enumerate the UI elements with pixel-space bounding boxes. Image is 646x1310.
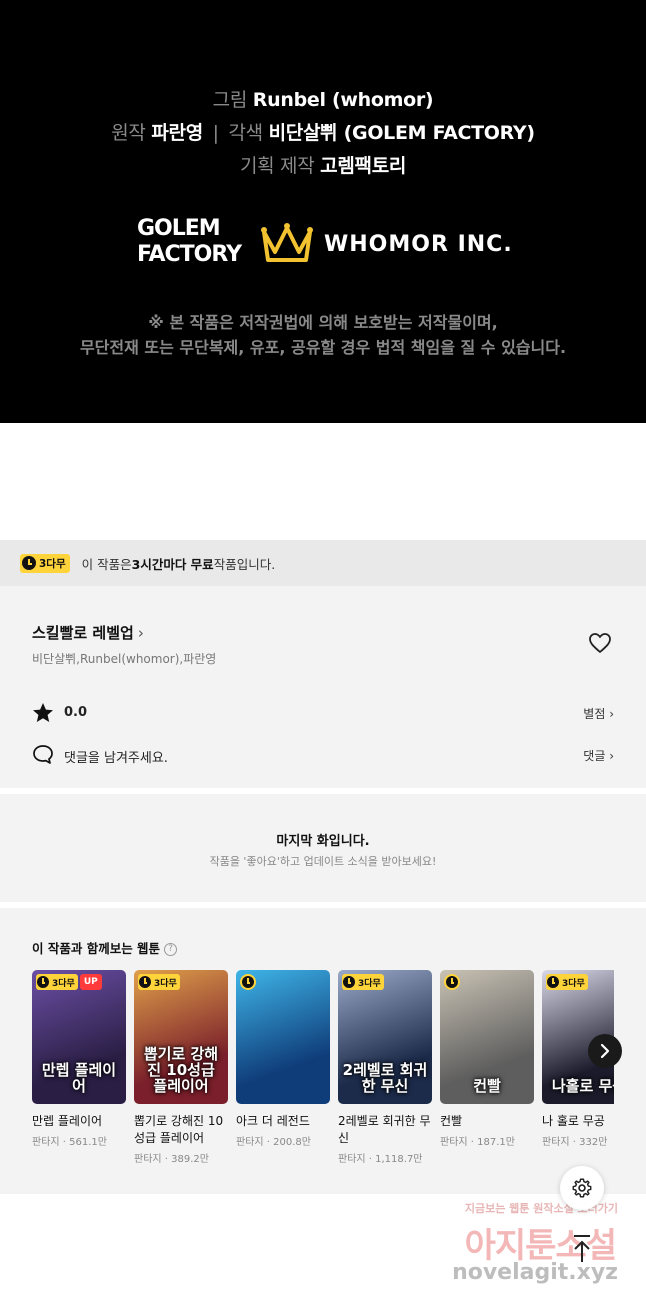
recommendation-carousel: 3다무 UP 만렙 플레이어 만렙 플레이어 판타지 · 561.1만 3다무 뽑기로 강해… (32, 970, 614, 1180)
last-episode-notice: 마지막 화입니다. 작품을 '좋아요'하고 업데이트 소식을 받아보세요! (0, 794, 646, 902)
free-every-3h-banner: 3다무 이 작품은 3시간마다 무료 작품입니다. (0, 540, 646, 586)
webtoon-title: 만렙 플레이어 (32, 1114, 103, 1128)
clock-icon (22, 556, 36, 570)
arrow-up-icon (574, 1235, 590, 1262)
whomor-logo: WHOMOR INC. (258, 222, 518, 266)
credit-production: 기획 제작 고렘팩토리 (239, 155, 407, 177)
webtoon-meta: 판타지 · 187.1만 (440, 1137, 515, 1148)
cover-title-art: 만렙 플레이어 (41, 1061, 117, 1095)
webtoon-meta: 판타지 · 200.8만 (236, 1137, 311, 1148)
webtoon-title: 2레벨로 회귀한 무신 (338, 1114, 431, 1145)
rating-link[interactable]: 별점 › (583, 705, 614, 722)
publisher-logos: GOLEM FACTORY WHOMOR INC. (0, 212, 646, 272)
webtoon-meta: 판타지 · 389.2만 (134, 1154, 209, 1165)
credit-original: 원작 파란영 | 각색 비단살쀠 (GOLEM FACTORY) (111, 122, 535, 144)
webtoon-thumbnail: 3다무 2레벨로 회귀한 무신 (338, 970, 432, 1104)
recommendation-card[interactable]: 컨빨 컨빨 판타지 · 187.1만 (440, 970, 534, 1148)
carousel-next-button[interactable] (588, 1034, 622, 1068)
update-badge: UP (79, 974, 102, 990)
copyright-notice-1: ※ 본 작품은 저작권법에 의해 보호받는 저작물이며, (148, 313, 498, 332)
clock-icon (547, 976, 559, 988)
last-episode-subtitle: 작품을 '좋아요'하고 업데이트 소식을 받아보세요! (209, 855, 437, 868)
wait-free-badge: 3다무 (20, 553, 70, 573)
webtoon-title: 나 홀로 무공 (542, 1114, 605, 1128)
clock-badge (444, 974, 460, 990)
chevron-right-icon: › (137, 624, 144, 642)
wait-free-badge: 3다무 (138, 974, 180, 990)
golem-factory-logo: GOLEM FACTORY (137, 216, 242, 267)
webtoon-title: 뽑기로 강해진 10성급 플레이어 (134, 1114, 224, 1145)
speech-bubble-icon (33, 745, 53, 764)
clock-icon (343, 976, 355, 988)
wait-free-badge: 3다무 (546, 974, 588, 990)
clock-icon (446, 976, 458, 988)
help-icon[interactable]: ? (164, 943, 178, 956)
settings-button[interactable] (560, 1166, 604, 1210)
cover-title-art: 뽑기로 강해진 10성급 플레이어 (143, 1045, 219, 1095)
thumbnail-badges: 3다무 (138, 974, 182, 990)
comment-prompt: 댓글을 남겨주세요. (64, 751, 168, 766)
webtoon-title: 아크 더 레전드 (236, 1114, 310, 1128)
series-title-link[interactable]: 스킬빨로 레벨업 › (32, 622, 144, 643)
comment-row[interactable]: 댓글을 남겨주세요. 댓글 › (32, 742, 614, 768)
webtoon-meta: 판타지 · 1,118.7만 (338, 1154, 423, 1165)
wait-free-badge: 3다무 (36, 974, 78, 990)
clock-icon (139, 976, 151, 988)
heart-icon (589, 633, 611, 653)
clock-icon (37, 976, 49, 988)
webtoon-thumbnail: 컨빨 (440, 970, 534, 1104)
thumbnail-badges: 3다무 UP (36, 974, 102, 990)
watermark: 지금보는 웹툰 원작소설 보러가기 아지툰소설 novelagit.xyz (452, 1202, 618, 1285)
series-authors: 비단살쀠,Runbel(whomor),파란영 (32, 652, 217, 666)
recommendation-card[interactable]: 3다무 UP 만렙 플레이어 만렙 플레이어 판타지 · 561.1만 (32, 970, 126, 1148)
gear-icon (572, 1178, 592, 1198)
webtoon-thumbnail: 3다무뽑기로 강해진 10성급 플레이어 (134, 970, 228, 1104)
star-icon (33, 703, 53, 722)
recommendation-card[interactable]: 3다무 뽑기로 강해진 10성급 플레이어 뽑기로 강해진 10성급 플레이어 판타지… (134, 970, 228, 1165)
chevron-right-icon (600, 1043, 610, 1059)
webtoon-meta: 판타지 · 332만 (542, 1137, 608, 1148)
cover-title-art: 나홀로 무공 (551, 1077, 614, 1095)
rating-value: 0.0 (64, 705, 88, 720)
cover-title-art: 컨빨 (473, 1077, 501, 1095)
thumbnail-badges: 3다무 (546, 974, 590, 990)
credits-panel: 그림 Runbel (whomor) 원작 파란영 | 각색 비단살쀠 (GOL… (0, 0, 646, 423)
scroll-to-top-button[interactable] (568, 1232, 596, 1266)
cover-title-art: 2레벨로 회귀한 무신 (342, 1061, 428, 1095)
blank-spacer (0, 423, 646, 540)
like-heart-button[interactable] (588, 632, 614, 656)
last-episode-title: 마지막 화입니다. (276, 834, 370, 849)
clock-icon (242, 976, 254, 988)
wait-free-badge: 3다무 (342, 974, 384, 990)
comment-link[interactable]: 댓글 › (583, 747, 614, 764)
webtoon-thumbnail: 3다무 UP 만렙 플레이어 (32, 970, 126, 1104)
recommendations-title: 이 작품과 함께보는 웹툰? (32, 938, 178, 957)
copyright-notice-2: 무단전재 또는 무단복제, 유포, 공유할 경우 법적 책임을 질 수 있습니다… (79, 338, 567, 357)
webtoon-title: 컨빨 (440, 1114, 463, 1128)
recommendations-section: 이 작품과 함께보는 웹툰? 3다무 UP 만렙 플레이어 만렙 플레이어 판타지 · … (0, 908, 646, 1194)
recommendation-card[interactable]: 3다무 2레벨로 회귀한 무신 2레벨로 회귀한 무신판타지 · 1,118.7만 (338, 970, 432, 1165)
thumbnail-badges: 3다무 (342, 974, 386, 990)
credit-art: 그림 Runbel (whomor) (212, 89, 434, 111)
thumbnail-badges (240, 974, 256, 990)
series-info-panel: 스킬빨로 레벨업 › 비단살쀠,Runbel(whomor),파란영 0.0 별점… (0, 586, 646, 788)
crown-icon (261, 223, 313, 262)
webtoon-thumbnail (236, 970, 330, 1104)
clock-badge (240, 974, 256, 990)
thumbnail-badges (444, 974, 460, 990)
webtoon-meta: 판타지 · 561.1만 (32, 1137, 107, 1148)
rating-row: 0.0 별점 › (32, 700, 614, 726)
recommendation-card[interactable]: 아크 더 레전드판타지 · 200.8만 (236, 970, 330, 1148)
